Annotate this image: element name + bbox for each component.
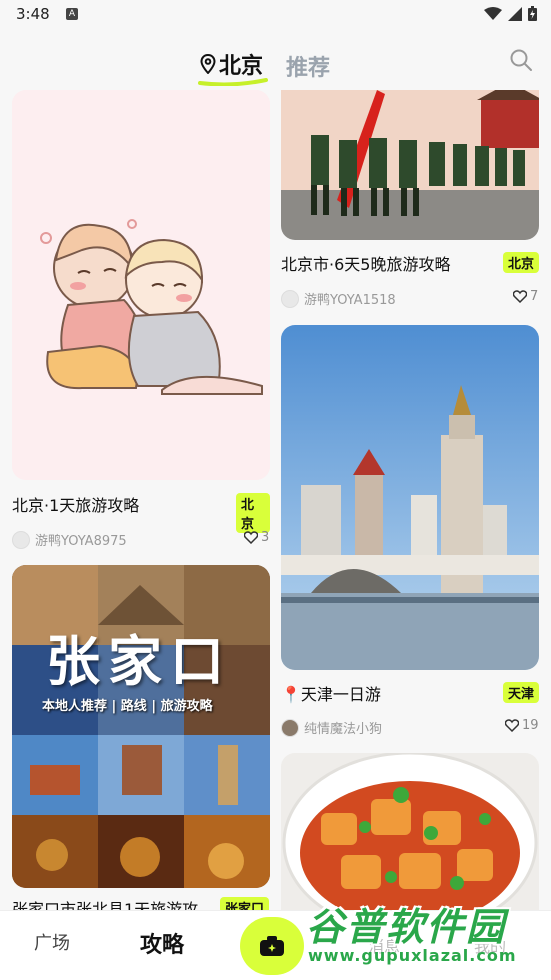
- heart-icon: [244, 531, 258, 544]
- tab-recommend[interactable]: 推荐: [286, 50, 330, 82]
- nav-guide[interactable]: 攻略: [140, 927, 184, 959]
- search-icon[interactable]: [509, 48, 533, 72]
- card-cover-collage: 张家口 本地人推荐 | 路线 | 旅游攻略: [12, 565, 270, 888]
- notification-icon: A: [66, 8, 78, 20]
- wifi-icon: [484, 6, 502, 20]
- like-number: 3: [261, 530, 270, 545]
- feed-card[interactable]: 📍天津一日游 天津 纯情魔法小狗 19: [281, 325, 539, 745]
- like-number: 7: [530, 289, 539, 304]
- location-badge: 天津: [503, 682, 539, 703]
- card-title: 北京市·6天5晚旅游攻略: [281, 255, 451, 274]
- nav-me[interactable]: 我的: [474, 933, 506, 957]
- avatar: [12, 530, 30, 549]
- location-badge: 北京: [503, 252, 539, 273]
- signal-icon: [508, 6, 522, 21]
- couple-illustration: [12, 90, 270, 480]
- guide-feed[interactable]: 北京·1天旅游攻略 北京 游鸭YOYA8975 3 张家口 本地人推荐 | 路线…: [0, 90, 551, 920]
- card-cover-photo: [281, 325, 539, 670]
- author-name: 纯情魔法小狗: [304, 722, 383, 737]
- feed-card[interactable]: 北京·1天旅游攻略 北京 游鸭YOYA8975 3: [12, 90, 270, 550]
- collage-title: 张家口: [46, 629, 232, 693]
- card-author[interactable]: 游鸭YOYA8975: [12, 530, 127, 549]
- feed-card[interactable]: [281, 753, 539, 920]
- status-bar: 3:48 A: [0, 0, 551, 30]
- like-count[interactable]: 3: [244, 530, 269, 545]
- camera-icon: [260, 936, 284, 956]
- feed-card[interactable]: 张家口 本地人推荐 | 路线 | 旅游攻略 张家口市张北县1天旅游攻 张家口: [12, 565, 270, 920]
- status-time: 3:48: [16, 5, 50, 23]
- honor-guard-photo: [281, 90, 539, 240]
- camera-button[interactable]: [240, 917, 304, 975]
- feed-card[interactable]: 北京市·6天5晚旅游攻略 北京 游鸭YOYA1518 7: [281, 90, 539, 308]
- nav-message[interactable]: 消息: [368, 933, 400, 957]
- author-name: 游鸭YOYA8975: [35, 534, 127, 549]
- card-cover-photo: [281, 90, 539, 240]
- active-tab-underline: [198, 78, 268, 86]
- author-name: 游鸭YOYA1518: [304, 293, 396, 308]
- battery-icon: [528, 6, 537, 21]
- card-title: 北京·1天旅游攻略: [12, 496, 140, 515]
- zhangjiakou-collage: [12, 565, 270, 888]
- card-title: 📍天津一日游: [281, 685, 381, 704]
- avatar: [281, 718, 299, 737]
- food-dish-photo: [281, 753, 539, 920]
- tab-location-label: 北京: [219, 54, 264, 79]
- card-author[interactable]: 游鸭YOYA1518: [281, 289, 396, 308]
- card-cover-illustration: [12, 90, 270, 480]
- heart-icon: [513, 290, 527, 303]
- tab-location[interactable]: 北京: [200, 48, 263, 80]
- location-badge: 北京: [236, 493, 270, 533]
- like-count[interactable]: 19: [505, 718, 539, 733]
- like-count[interactable]: 7: [513, 289, 538, 304]
- status-icons: [484, 6, 537, 21]
- like-number: 19: [522, 718, 539, 733]
- card-cover-photo: [281, 753, 539, 920]
- tianjin-bridge-photo: [281, 325, 539, 670]
- nav-square[interactable]: 广场: [34, 929, 70, 955]
- location-pin-icon: [200, 54, 216, 74]
- heart-icon: [505, 719, 519, 732]
- bottom-nav: 广场 攻略 消息 我的: [0, 910, 551, 980]
- card-author[interactable]: 纯情魔法小狗: [281, 718, 382, 737]
- avatar: [281, 289, 299, 308]
- collage-subtitle: 本地人推荐 | 路线 | 旅游攻略: [42, 699, 213, 714]
- top-tab-bar: 北京 推荐: [0, 40, 551, 90]
